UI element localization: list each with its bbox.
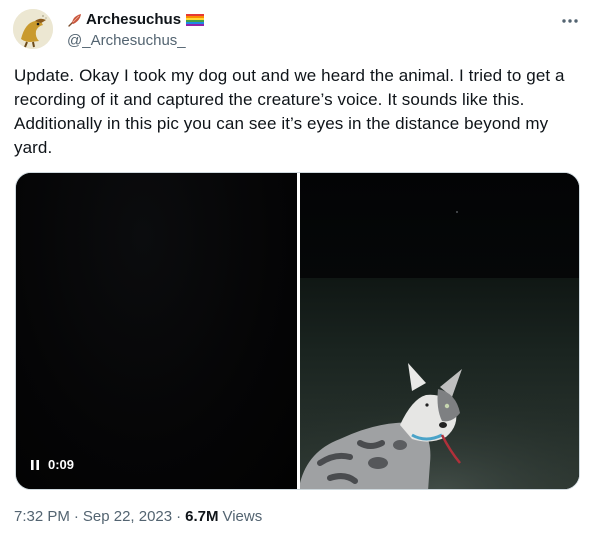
display-name[interactable]: Archesuchus — [86, 10, 181, 30]
tweet-meta: 7:32 PM · Sep 22, 2023 · 6.7M Views — [14, 507, 262, 527]
video-player[interactable] — [16, 173, 297, 489]
avatar-illustration — [13, 9, 53, 49]
views-count[interactable]: 6.7M — [185, 507, 218, 527]
pause-icon[interactable] — [30, 459, 40, 471]
rainbow-flag-icon — [186, 13, 205, 27]
meta-separator: · — [176, 508, 182, 525]
meta-separator: · — [73, 508, 79, 525]
feather-icon — [67, 12, 83, 28]
views-label: Views — [222, 508, 263, 525]
author-name-row[interactable]: Archesuchus — [67, 10, 205, 30]
tweet-text: Update. Okay I took my dog out and we he… — [14, 66, 565, 157]
dog-in-yard-image — [300, 173, 579, 489]
tweet-date[interactable]: Sep 22, 2023 — [83, 507, 172, 527]
tweet-card: Archesuchus @_Archesuchus_ Update. Okay … — [0, 0, 597, 534]
night-yard-photo[interactable] — [300, 173, 579, 489]
more-horizontal-icon — [562, 19, 578, 23]
author-handle[interactable]: @_Archesuchus_ — [67, 31, 186, 51]
video-duration: 0:09 — [48, 457, 75, 472]
more-options-button[interactable] — [559, 12, 581, 30]
video-controls[interactable]: 0:09 — [30, 457, 74, 473]
tweet-time[interactable]: 7:32 PM — [14, 507, 70, 527]
avatar[interactable] — [13, 9, 53, 49]
media-grid: 0:09 — [15, 172, 580, 490]
